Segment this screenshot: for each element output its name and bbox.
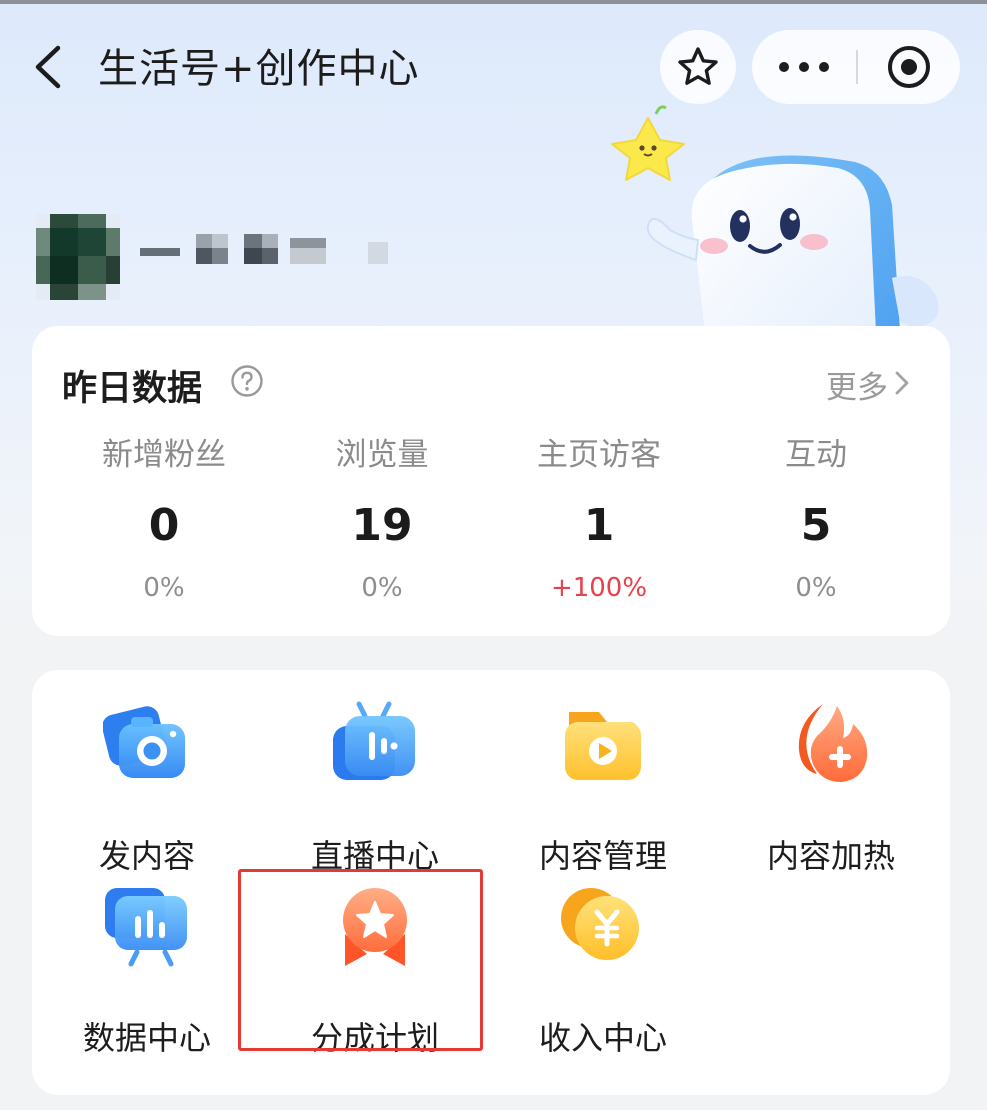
tool-label: 数据中心 xyxy=(82,1019,211,1057)
yesterday-stats-card: 昨日数据 更多 新增粉丝 0 0% 浏览量 19 0% 主页访客 1 +100%… xyxy=(32,326,950,636)
camera-icon xyxy=(103,706,185,778)
stat-new-followers[interactable]: 新增粉丝 0 0% xyxy=(64,434,264,606)
tool-publish-content[interactable]: 发内容 xyxy=(47,700,247,875)
more-dots-icon xyxy=(779,62,829,72)
status-divider xyxy=(0,0,987,4)
tool-content-management[interactable]: 内容管理 xyxy=(503,700,703,875)
tool-live-center[interactable]: 直播中心 xyxy=(275,700,475,875)
tool-label: 内容管理 xyxy=(538,837,667,875)
stat-homepage-visitors[interactable]: 主页访客 1 +100% xyxy=(499,434,699,606)
target-circle-icon xyxy=(888,46,930,88)
tool-label: 收入中心 xyxy=(538,1019,667,1057)
more-link[interactable]: 更多 xyxy=(826,362,888,407)
mini-program-capsule xyxy=(752,30,960,104)
live-tv-icon xyxy=(333,701,415,780)
stat-page-views[interactable]: 浏览量 19 0% xyxy=(282,434,482,606)
help-icon[interactable] xyxy=(230,364,264,398)
stat-value: 19 xyxy=(351,500,413,551)
page-title: 生活号+创作中心 xyxy=(98,46,420,92)
stat-change: 0% xyxy=(361,573,403,603)
account-name xyxy=(140,228,420,278)
star-buddy-icon xyxy=(611,105,685,181)
creator-tools-card: 发内容 直播中心 内容管理 内容加热 数据中心 分成计划 收入中心 xyxy=(32,670,950,1095)
exit-button[interactable] xyxy=(858,30,960,104)
stat-change: +100% xyxy=(550,573,648,603)
highlight-box xyxy=(238,869,483,1051)
stat-value: 1 xyxy=(583,500,615,551)
more-options-button[interactable] xyxy=(752,30,856,104)
stat-label: 主页访客 xyxy=(537,437,661,473)
avatar[interactable] xyxy=(36,214,120,300)
tool-label: 发内容 xyxy=(98,837,195,875)
chevron-right-icon[interactable] xyxy=(890,368,914,398)
data-chart-icon xyxy=(105,888,187,967)
stat-change: 0% xyxy=(143,573,185,603)
star-icon xyxy=(678,47,718,85)
yuan-coin-icon xyxy=(561,888,639,960)
stat-value: 0 xyxy=(148,500,180,551)
tool-content-boost[interactable]: 内容加热 xyxy=(731,700,931,875)
tool-label: 内容加热 xyxy=(766,837,895,875)
stat-interactions[interactable]: 互动 5 0% xyxy=(716,434,916,606)
stats-title: 昨日数据 xyxy=(62,369,203,409)
stat-change: 0% xyxy=(795,573,837,603)
stat-label: 新增粉丝 xyxy=(102,437,226,473)
back-button[interactable] xyxy=(22,38,78,96)
video-folder-icon xyxy=(565,712,641,780)
stat-value: 5 xyxy=(800,500,832,551)
favorite-button[interactable] xyxy=(660,30,736,104)
stat-label: 互动 xyxy=(785,437,847,473)
tool-income-center[interactable]: 收入中心 xyxy=(503,882,703,1057)
chevron-left-icon xyxy=(35,45,61,89)
stat-label: 浏览量 xyxy=(335,437,429,473)
tool-data-center[interactable]: 数据中心 xyxy=(47,882,247,1057)
pixelated-name-image xyxy=(140,234,388,264)
flame-plus-icon xyxy=(798,704,868,782)
